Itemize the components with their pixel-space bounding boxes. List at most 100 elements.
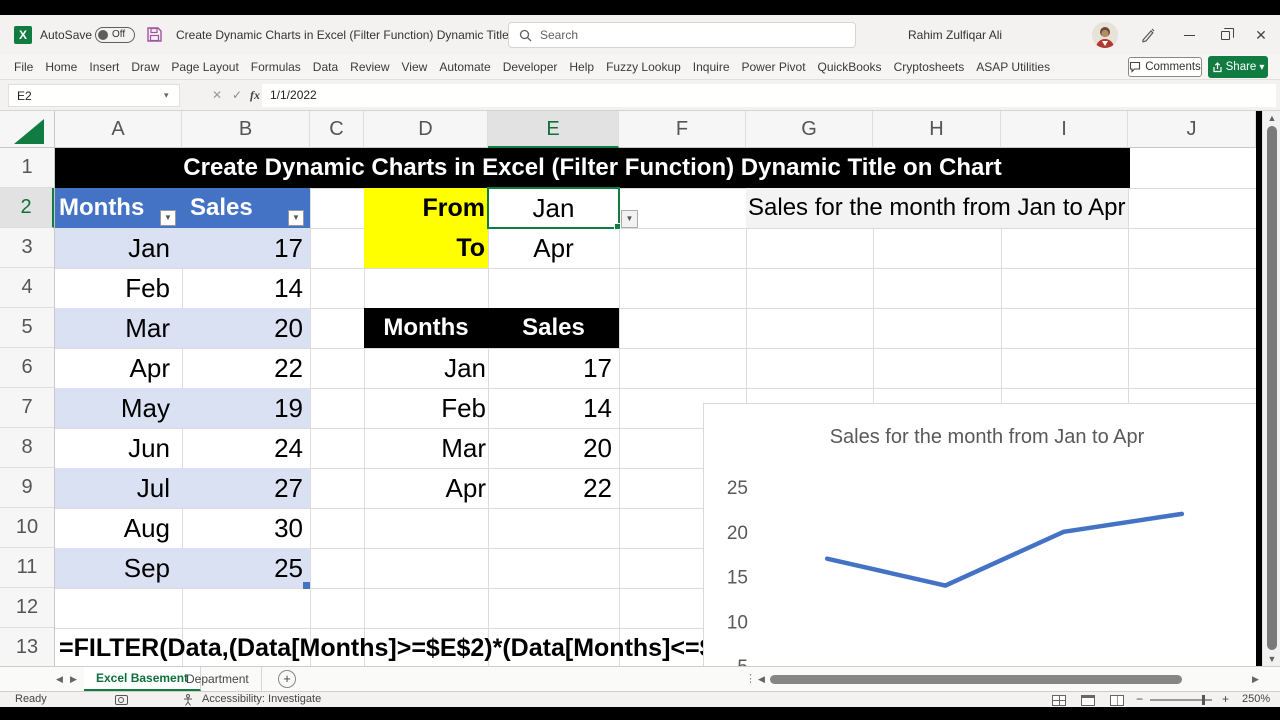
table-row[interactable]: Feb 14: [364, 388, 619, 428]
table-row[interactable]: May 19: [55, 388, 310, 428]
month-cell[interactable]: Jan: [364, 348, 488, 388]
to-value-cell[interactable]: Apr: [488, 228, 619, 268]
sales-cell[interactable]: 17: [488, 348, 619, 388]
zoom-slider-thumb[interactable]: [1202, 695, 1205, 705]
user-name[interactable]: Rahim Zulfiqar Ali: [908, 15, 1002, 55]
row-header-2[interactable]: 2: [0, 188, 54, 228]
column-header-H[interactable]: H: [873, 111, 1001, 148]
zoom-slider[interactable]: [1150, 695, 1212, 705]
avatar[interactable]: [1092, 22, 1118, 48]
formula-input[interactable]: 1/1/2022: [262, 84, 1276, 107]
row-header-12[interactable]: 12: [0, 588, 54, 628]
horizontal-scrollbar-thumb[interactable]: [770, 675, 1182, 684]
ribbon-tab[interactable]: Inquire: [687, 55, 736, 80]
scroll-up-icon[interactable]: ▲: [1263, 113, 1280, 123]
sales-cell[interactable]: 19: [182, 388, 310, 428]
column-header-C[interactable]: C: [310, 111, 364, 148]
accessibility-status[interactable]: Accessibility: Investigate: [202, 692, 321, 707]
sales-cell[interactable]: 30: [182, 508, 310, 548]
sales-cell[interactable]: 14: [488, 388, 619, 428]
sales-cell[interactable]: 22: [488, 468, 619, 508]
ribbon-tab[interactable]: Page Layout: [165, 55, 244, 80]
ribbon-tab[interactable]: Power Pivot: [736, 55, 812, 80]
table-row[interactable]: Jun 24: [55, 428, 310, 468]
ribbon-tab[interactable]: Home: [39, 55, 83, 80]
row-header-13[interactable]: 13: [0, 628, 54, 668]
ink-editor-icon[interactable]: [1140, 27, 1156, 43]
table-row[interactable]: Jan 17: [364, 348, 619, 388]
scroll-down-icon[interactable]: ▼: [1263, 654, 1280, 664]
vertical-scrollbar-thumb[interactable]: [1267, 126, 1277, 650]
fill-handle[interactable]: [614, 223, 621, 230]
table-row[interactable]: Apr 22: [55, 348, 310, 388]
ribbon-tab[interactable]: Data: [307, 55, 344, 80]
table-resize-handle[interactable]: [303, 582, 310, 589]
ribbon-tab[interactable]: Draw: [125, 55, 165, 80]
column-header-J[interactable]: J: [1128, 111, 1256, 148]
view-normal-button[interactable]: [1052, 695, 1066, 706]
view-page-break-button[interactable]: [1110, 695, 1124, 706]
chart[interactable]: Sales for the month from Jan to Apr 0510…: [703, 403, 1256, 666]
table-row[interactable]: Apr 22: [364, 468, 619, 508]
row-header-9[interactable]: 9: [0, 468, 54, 508]
enter-icon[interactable]: ✓: [232, 84, 242, 107]
month-cell[interactable]: Aug: [55, 508, 182, 548]
zoom-in-button[interactable]: +: [1222, 692, 1229, 707]
cancel-icon[interactable]: ✕: [212, 84, 222, 107]
filter-button-months[interactable]: ▼: [160, 210, 176, 226]
month-cell[interactable]: Feb: [55, 268, 182, 308]
table-row[interactable]: Aug 30: [55, 508, 310, 548]
column-header-G[interactable]: G: [746, 111, 873, 148]
from-label-cell[interactable]: From: [364, 188, 488, 228]
minimize-button[interactable]: [1172, 15, 1206, 55]
macro-record-icon[interactable]: [115, 695, 128, 705]
ribbon-tab[interactable]: File: [8, 55, 39, 80]
table-row[interactable]: Feb 14: [55, 268, 310, 308]
month-cell[interactable]: Jun: [55, 428, 182, 468]
close-button[interactable]: ✕: [1244, 15, 1278, 55]
vertical-scrollbar[interactable]: ▲ ▼: [1262, 111, 1280, 666]
validation-dropdown-button[interactable]: ▼: [621, 210, 638, 228]
ribbon-tab[interactable]: Formulas: [245, 55, 307, 80]
table-row[interactable]: Mar 20: [364, 428, 619, 468]
filter-button-sales[interactable]: ▼: [288, 210, 304, 226]
column-header-D[interactable]: D: [364, 111, 488, 148]
horizontal-scrollbar[interactable]: [770, 675, 1240, 684]
month-cell[interactable]: Feb: [364, 388, 488, 428]
month-cell[interactable]: Apr: [364, 468, 488, 508]
month-cell[interactable]: Sep: [55, 548, 182, 588]
ribbon-tab[interactable]: Automate: [433, 55, 496, 80]
sales-cell[interactable]: 27: [182, 468, 310, 508]
ribbon-tab[interactable]: View: [396, 55, 434, 80]
to-label-cell[interactable]: To: [364, 228, 488, 268]
month-cell[interactable]: Jan: [55, 228, 182, 268]
table-row[interactable]: Sep 25: [55, 548, 310, 588]
ribbon-tab[interactable]: Insert: [83, 55, 125, 80]
row-header-3[interactable]: 3: [0, 228, 54, 268]
row-header-10[interactable]: 10: [0, 508, 54, 548]
table-row[interactable]: Jul 27: [55, 468, 310, 508]
sales-cell[interactable]: 24: [182, 428, 310, 468]
zoom-out-button[interactable]: −: [1136, 692, 1143, 707]
row-header-6[interactable]: 6: [0, 348, 54, 388]
row-header-5[interactable]: 5: [0, 308, 54, 348]
row-header-4[interactable]: 4: [0, 268, 54, 308]
tab-nav-right-icon[interactable]: ▶: [70, 667, 77, 692]
month-cell[interactable]: Apr: [55, 348, 182, 388]
row-header-11[interactable]: 11: [0, 548, 54, 588]
sales-cell[interactable]: 17: [182, 228, 310, 268]
hscroll-left-icon[interactable]: ◀: [758, 667, 765, 692]
sales-cell[interactable]: 20: [488, 428, 619, 468]
name-box[interactable]: E2: [8, 84, 180, 107]
name-box-dropdown-icon[interactable]: ▾: [164, 84, 169, 107]
ribbon-tab[interactable]: Cryptosheets: [888, 55, 971, 80]
month-cell[interactable]: Mar: [55, 308, 182, 348]
table-row[interactable]: Jan 17: [55, 228, 310, 268]
view-page-layout-button[interactable]: [1081, 695, 1095, 706]
column-header-I[interactable]: I: [1001, 111, 1128, 148]
autosave-toggle[interactable]: Off: [95, 27, 135, 43]
restore-button[interactable]: [1208, 15, 1242, 55]
month-cell[interactable]: Jul: [55, 468, 182, 508]
zoom-level[interactable]: 250%: [1242, 692, 1270, 707]
month-cell[interactable]: May: [55, 388, 182, 428]
